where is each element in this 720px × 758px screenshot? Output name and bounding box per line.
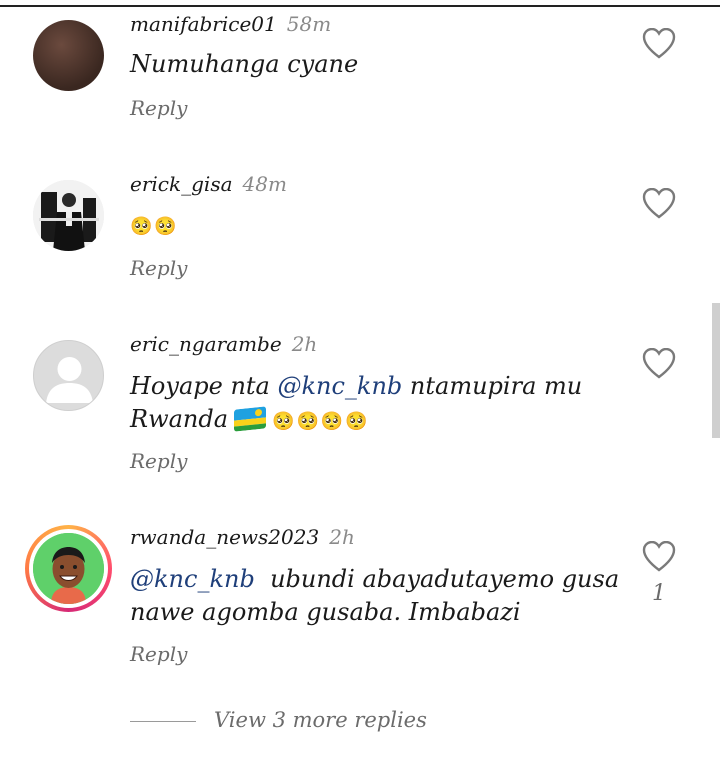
avatar[interactable] <box>33 20 104 91</box>
text-segment: ubundi abayadutayemo gusa <box>254 565 620 593</box>
reply-button[interactable]: Reply <box>130 256 187 280</box>
heart-outline-icon[interactable] <box>642 348 676 380</box>
comment-text: Numuhanga cyane <box>130 50 359 78</box>
avatar[interactable] <box>33 180 104 251</box>
username[interactable]: rwanda_news2023 <box>130 525 319 549</box>
timestamp: 58m <box>286 12 332 36</box>
avatar[interactable] <box>33 340 104 411</box>
reply-button[interactable]: Reply <box>130 96 187 120</box>
text-segment: nawe agomba gusaba. Imbabazi <box>130 598 521 626</box>
avatar-story-ring[interactable] <box>25 525 112 612</box>
comment-meta: eric_ngarambe 2h <box>130 332 317 356</box>
divider <box>130 721 196 722</box>
default-avatar-icon <box>46 357 93 403</box>
text-segment: Hoyape nta <box>130 372 278 400</box>
comment-text: 🥺🥺 <box>130 208 630 243</box>
text-segment: ntamupira mu <box>402 372 583 400</box>
timestamp: 48m <box>242 172 287 196</box>
timestamp: 2h <box>291 332 318 356</box>
heart-outline-icon[interactable] <box>642 541 676 573</box>
comment-text: Hoyape nta @knc_knb ntamupira mu Rwanda 🥺… <box>130 370 630 438</box>
heart-outline-icon[interactable] <box>642 28 676 60</box>
reply-button[interactable]: Reply <box>130 449 187 473</box>
timestamp: 2h <box>329 525 355 549</box>
mention-link[interactable]: @knc_knb <box>277 372 402 400</box>
like-count: 1 <box>652 581 666 606</box>
comment-meta: rwanda_news2023 2h <box>130 525 355 549</box>
avatar-photo <box>33 180 104 251</box>
username[interactable]: erick_gisa <box>130 172 233 196</box>
heart-outline-icon[interactable] <box>642 188 676 220</box>
view-more-replies-label[interactable]: View 3 more replies <box>214 708 427 732</box>
avatar-photo <box>33 533 104 604</box>
reply-button[interactable]: Reply <box>130 642 187 666</box>
comment-text: @knc_knb ubundi abayadutayemo gusa nawe … <box>130 563 630 629</box>
scrollbar[interactable] <box>712 303 720 438</box>
rwanda-flag-icon <box>234 406 267 432</box>
avatar <box>33 533 104 604</box>
username[interactable]: eric_ngarambe <box>130 332 282 356</box>
view-more-replies[interactable]: View 3 more replies <box>130 708 530 740</box>
emoji-text: 🥺🥺🥺🥺 <box>272 411 370 432</box>
mention-link[interactable]: @knc_knb <box>130 565 255 593</box>
username[interactable]: manifabrice01 <box>130 12 277 36</box>
comment-meta: erick_gisa 48m <box>130 172 287 196</box>
comment-meta: manifabrice01 58m <box>130 12 331 36</box>
text-segment: Rwanda <box>130 405 229 433</box>
emoji-text: 🥺🥺 <box>130 216 179 237</box>
top-divider <box>0 5 720 7</box>
